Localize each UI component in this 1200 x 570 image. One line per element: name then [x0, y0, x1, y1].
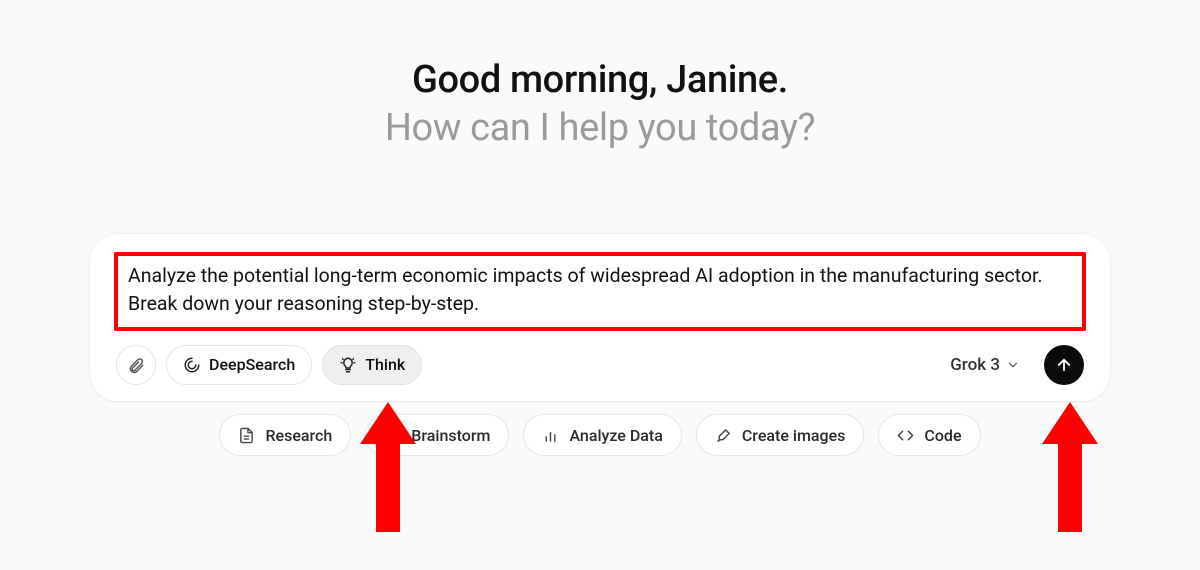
suggestion-brainstorm[interactable]: Brainstorm: [365, 414, 509, 456]
bolt-icon: [384, 427, 401, 444]
attach-button[interactable]: [116, 345, 156, 385]
prompt-input[interactable]: Analyze the potential long-term economic…: [128, 262, 1072, 319]
arrow-up-icon: [1055, 356, 1073, 374]
think-button[interactable]: Think: [322, 345, 422, 385]
greeting: Good morning, Janine. How can I help you…: [385, 58, 815, 150]
suggestion-label: Code: [924, 426, 961, 445]
input-toolbar: DeepSearch Think Grok 3: [112, 345, 1088, 385]
suggestion-row: Research Brainstorm Analyze Data: [0, 414, 1200, 456]
chevron-down-icon: [1006, 358, 1020, 372]
suggestion-create-images[interactable]: Create images: [696, 414, 865, 456]
lightbulb-icon: [339, 356, 357, 374]
send-button[interactable]: [1044, 345, 1084, 385]
model-selector[interactable]: Grok 3: [946, 349, 1024, 381]
greeting-line2: How can I help you today?: [385, 106, 815, 150]
document-icon: [238, 427, 255, 444]
suggestion-label: Research: [265, 426, 332, 445]
think-label: Think: [365, 355, 405, 374]
model-label: Grok 3: [950, 355, 1000, 375]
suggestion-code[interactable]: Code: [878, 414, 980, 456]
deepsearch-label: DeepSearch: [209, 355, 295, 374]
code-icon: [897, 427, 914, 444]
chat-input-card: Analyze the potential long-term economic…: [90, 234, 1110, 401]
suggestion-research[interactable]: Research: [219, 414, 351, 456]
suggestion-label: Brainstorm: [411, 426, 490, 445]
bar-chart-icon: [542, 427, 559, 444]
suggestion-analyze-data[interactable]: Analyze Data: [523, 414, 681, 456]
annotation-highlight-box: Analyze the potential long-term economic…: [114, 252, 1086, 331]
deepsearch-icon: [183, 356, 201, 374]
suggestion-label: Analyze Data: [569, 426, 662, 445]
deepsearch-button[interactable]: DeepSearch: [166, 345, 312, 385]
greeting-line1: Good morning, Janine.: [385, 58, 815, 102]
paperclip-icon: [127, 356, 145, 374]
brush-icon: [715, 427, 732, 444]
suggestion-label: Create images: [742, 426, 846, 445]
